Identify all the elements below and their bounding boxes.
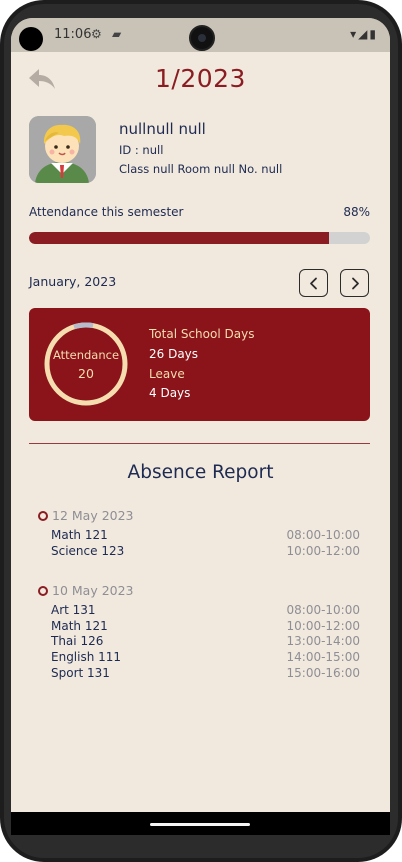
absence-date-header: 12 May 2023 [38,508,134,523]
next-month-button[interactable] [340,269,369,297]
absence-date-header: 10 May 2023 [38,583,134,598]
ring-value: 20 [78,366,94,381]
signal-icon: ◢ [358,27,370,41]
student-id: ID : null [119,143,164,157]
absence-subject: Art 131 [51,603,96,617]
avatar [29,116,96,183]
front-camera-center [189,25,215,51]
student-avatar-illustration [29,116,96,183]
leave-label: Leave [149,367,185,381]
student-name: nullnull null [119,120,206,138]
section-divider [29,443,370,444]
absence-subject: Math 121 [51,619,108,633]
absence-time: 14:00-15:00 [286,650,361,664]
settings-icon: ⚙ [91,27,102,41]
status-time: 11:06 [54,27,92,42]
date-dot-icon [38,511,48,521]
absence-subject: Math 121 [51,528,108,542]
ring-label: Attendance [52,348,120,362]
student-class: Class null Room null No. null [119,162,283,176]
attendance-percent: 88% [343,205,370,219]
front-camera-left [19,27,43,51]
chevron-right-icon [352,277,359,290]
absence-date: 12 May 2023 [52,508,134,523]
absence-time: 13:00-14:00 [286,634,361,648]
absence-time: 10:00-12:00 [286,619,361,633]
absence-report-title: Absence Report [127,462,274,483]
absence-subject: Thai 126 [51,634,104,648]
attendance-summary-card: Attendance 20 Total School Days 26 Days … [29,308,370,421]
status-indicators: ▾◢▮ [350,27,378,41]
absence-subject: Science 123 [51,544,125,558]
app-screen: 11:06 ⚙ ▰ ▾◢▮ 1/2023 nullnull null ID: … [11,18,390,835]
attendance-ring-chart [44,322,128,406]
attendance-label: Attendance this semester [29,205,184,219]
month-label: January, 2023 [29,274,117,289]
absence-time: 15:00-16:00 [286,666,361,680]
absence-time: 08:00-10:00 [286,528,361,542]
absence-subject: Sport 131 [51,666,110,680]
absence-subject: English 111 [51,650,122,664]
sim-card-icon: ▰ [112,27,122,41]
wifi-icon: ▾ [350,27,359,41]
chevron-left-icon [310,277,317,290]
total-days-value: 26 Days [149,347,199,361]
attendance-ring: Attendance 20 [43,321,129,407]
battery-icon: ▮ [369,27,378,41]
prev-month-button[interactable] [299,269,328,297]
total-days-label: Total School Days [149,327,255,341]
attendance-progress-fill [29,232,330,244]
date-dot-icon [38,586,48,596]
absence-time: 08:00-10:00 [286,603,361,617]
page-title: 1/2023 [155,64,246,93]
leave-value: 4 Days [149,386,191,400]
absence-date: 10 May 2023 [52,583,134,598]
absence-time: 10:00-12:00 [286,544,361,558]
home-gesture-pill[interactable] [150,823,250,826]
status-bar: 11:06 ⚙ ▰ ▾◢▮ [11,18,390,52]
attendance-progress-bar [29,232,370,244]
